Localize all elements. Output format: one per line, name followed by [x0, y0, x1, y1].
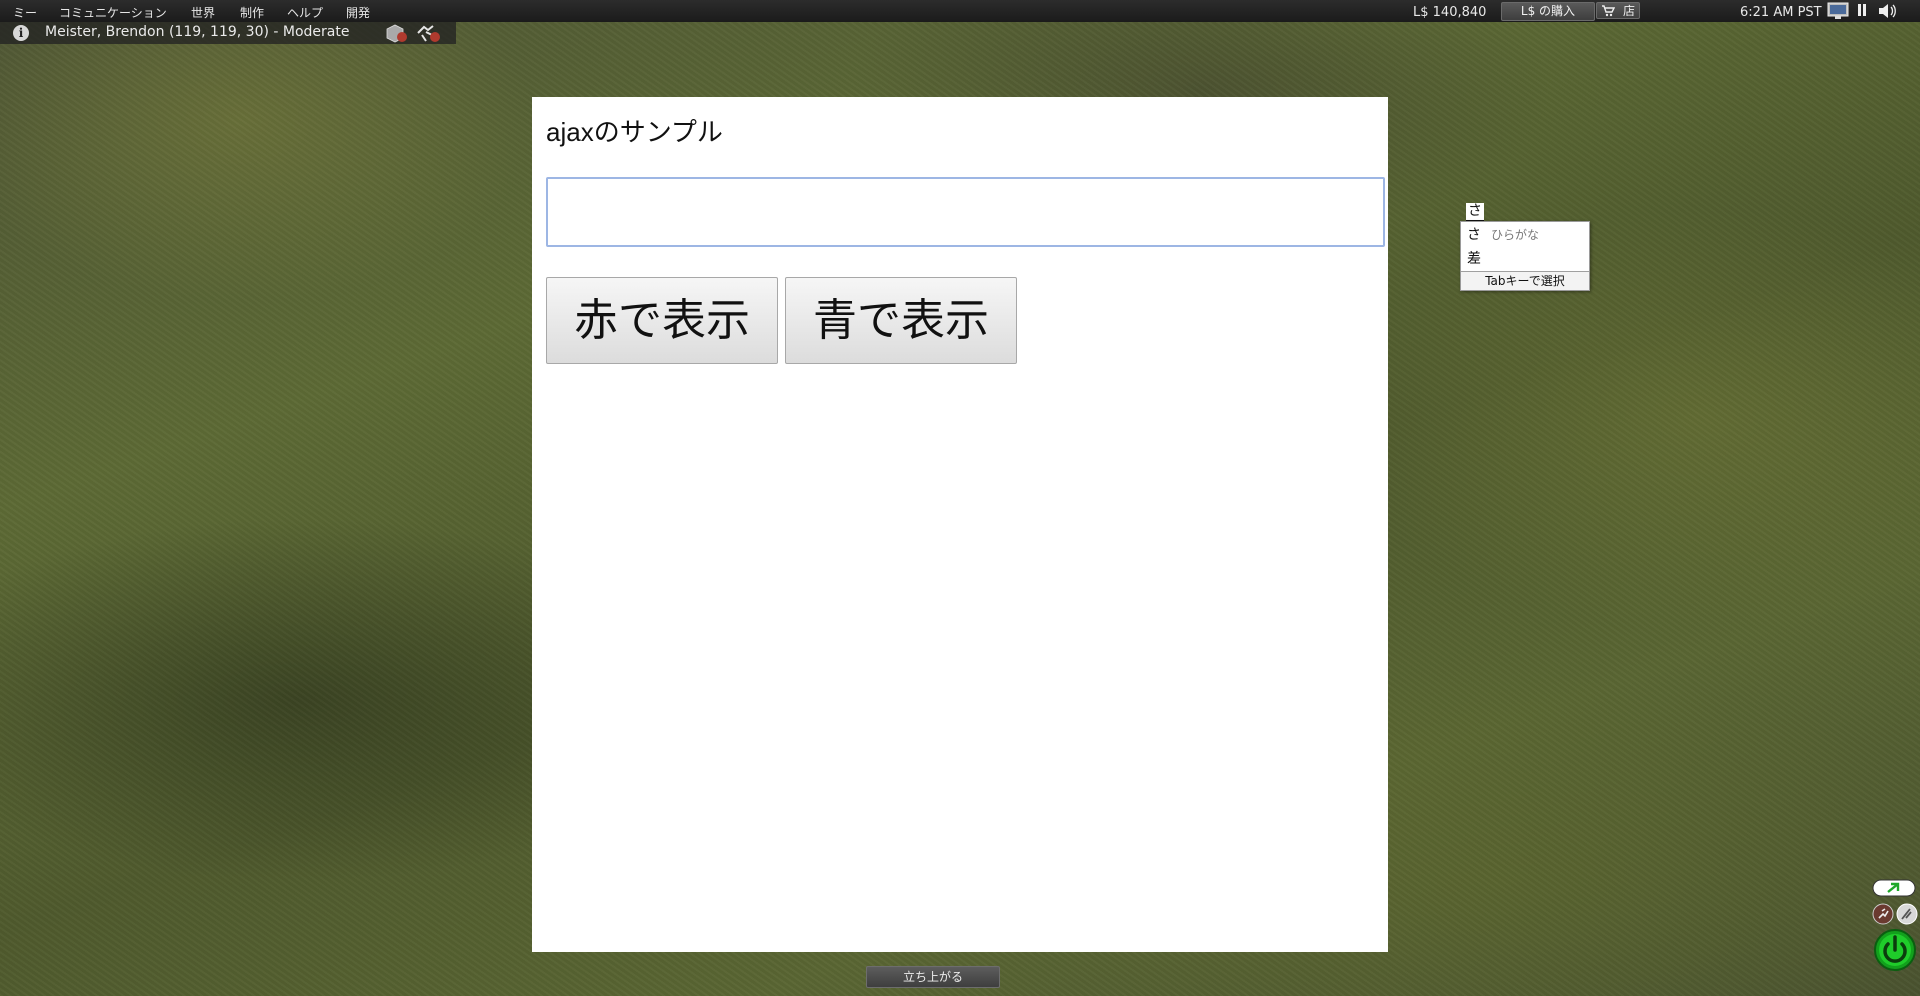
- linden-balance[interactable]: L$ 140,840: [1413, 5, 1486, 20]
- ime-footer: Tabキーで選択: [1461, 271, 1589, 290]
- show-red-button[interactable]: 赤で表示: [546, 277, 778, 364]
- cart-icon: [1602, 5, 1615, 17]
- info-icon[interactable]: i: [13, 25, 29, 41]
- location-text[interactable]: Meister, Brendon (119, 119, 30) - Modera…: [45, 24, 349, 40]
- no-push-icon[interactable]: [414, 23, 442, 43]
- location-bar: i Meister, Brendon (119, 119, 30) - Mode…: [0, 22, 456, 44]
- pause-icon[interactable]: [1856, 3, 1868, 19]
- teleport-arrow-icon: [1872, 879, 1916, 897]
- ime-candidate-list: さひらがな 差 Tabキーで選択: [1460, 221, 1590, 291]
- shop-label: 店: [1622, 4, 1635, 18]
- shop-button[interactable]: 店: [1596, 2, 1640, 19]
- media-monitor-icon[interactable]: [1827, 2, 1849, 20]
- show-blue-button[interactable]: 青で表示: [785, 277, 1017, 364]
- volume-icon[interactable]: [1877, 3, 1897, 19]
- menu-world[interactable]: 世界: [191, 4, 215, 21]
- menu-develop[interactable]: 開発: [346, 4, 370, 21]
- menu-communication[interactable]: コミュニケーション: [59, 4, 167, 21]
- clock: 6:21 AM PST: [1740, 5, 1822, 20]
- menu-me[interactable]: ミー: [13, 4, 37, 21]
- hud-capsule[interactable]: [1872, 879, 1916, 897]
- web-content-panel: ajaxのサンプル 赤で表示 青で表示: [532, 97, 1388, 952]
- page-title: ajaxのサンプル: [546, 117, 723, 147]
- ime-composition: さ: [1466, 203, 1484, 222]
- build-prohibited-icon[interactable]: [384, 23, 410, 43]
- ime-candidate[interactable]: 差: [1467, 248, 1481, 268]
- power-icon[interactable]: [1873, 928, 1917, 972]
- menu-help[interactable]: ヘルプ: [287, 4, 323, 21]
- ime-candidate[interactable]: さひらがな: [1467, 224, 1539, 244]
- gesture-icon[interactable]: [1896, 903, 1918, 925]
- stand-up-button[interactable]: 立ち上がる: [866, 966, 1000, 988]
- ime-candidate-text: さ: [1467, 227, 1481, 243]
- text-input[interactable]: [546, 177, 1385, 247]
- ime-candidate-text: 差: [1467, 251, 1481, 267]
- run-icon[interactable]: [1872, 903, 1894, 925]
- buy-currency-button[interactable]: L$ の購入: [1501, 2, 1595, 21]
- ime-candidate-hint: ひらがな: [1491, 228, 1540, 242]
- menu-build[interactable]: 制作: [240, 4, 264, 21]
- menu-bar: ミー コミュニケーション 世界 制作 ヘルプ 開発 L$ 140,840 L$ …: [0, 0, 1920, 22]
